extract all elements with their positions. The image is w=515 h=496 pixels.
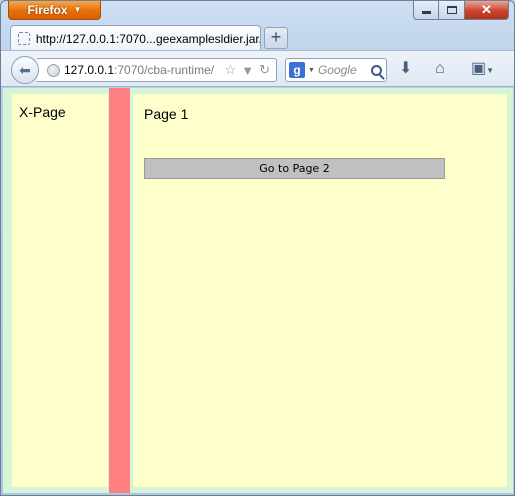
minimize-button[interactable] [413,1,439,20]
close-icon: ✕ [481,2,492,17]
firefox-menu-label: Firefox [27,3,68,17]
plus-icon: + [270,27,282,47]
browser-window: Firefox ▼ ✕ http://127.0.0.1:7070...geex… [0,0,515,496]
chevron-down-icon: ▼ [73,5,82,14]
page-title: Page 1 [144,106,189,122]
page-favicon-icon [18,32,30,45]
maximize-icon [446,6,457,14]
engine-dropdown-icon[interactable]: ▼ [308,67,315,74]
maximize-button[interactable] [439,1,465,20]
back-button[interactable]: ⬅ [11,56,39,84]
left-pane: X-Page [12,94,108,487]
google-icon[interactable]: g [289,62,305,78]
go-to-page-2-button[interactable]: Go to Page 2 [144,158,445,179]
tab-active[interactable]: http://127.0.0.1:7070...geexamplesldier.… [10,25,261,51]
x-page-label: X-Page [19,104,66,120]
url-host: 127.0.0.1 [64,63,115,77]
url-path: :7070/cba-runtime/ [114,63,215,77]
globe-icon [47,63,60,77]
close-window-button[interactable]: ✕ [465,1,509,20]
firefox-menu-button[interactable]: Firefox ▼ [8,1,101,20]
bookmarks-menu-icon[interactable]: ▣▼ [471,61,494,79]
minimize-icon [421,11,431,14]
url-actions: ☆ ▼ ↻ [225,62,276,78]
window-controls: ✕ [413,1,509,20]
back-arrow-icon: ⬅ [19,61,31,78]
downloads-icon[interactable]: ⬇ [399,61,412,77]
search-input[interactable]: Google [318,63,357,77]
page-content: X-Page Page 1 Go to Page 2 [3,88,513,493]
slider-splitter[interactable] [109,88,130,493]
history-dropdown-icon[interactable]: ▼ [241,63,254,78]
right-pane: Page 1 Go to Page 2 [133,94,507,487]
navigation-toolbar: 127.0.0.1:7070/cba-runtime/ ☆ ▼ ↻ ⬅ g ▼ … [1,50,514,87]
bookmark-star-icon[interactable]: ☆ [225,62,237,78]
url-text: 127.0.0.1:7070/cba-runtime/ [64,63,214,77]
new-tab-button[interactable]: + [264,27,288,49]
search-icon[interactable] [371,64,382,76]
home-icon[interactable]: ⌂ [435,61,445,77]
url-bar[interactable]: 127.0.0.1:7070/cba-runtime/ ☆ ▼ ↻ [37,58,277,82]
search-bar[interactable]: g ▼ Google [285,58,387,82]
tab-title: http://127.0.0.1:7070...geexamplesldier.… [35,31,260,46]
reload-icon[interactable]: ↻ [259,62,270,78]
